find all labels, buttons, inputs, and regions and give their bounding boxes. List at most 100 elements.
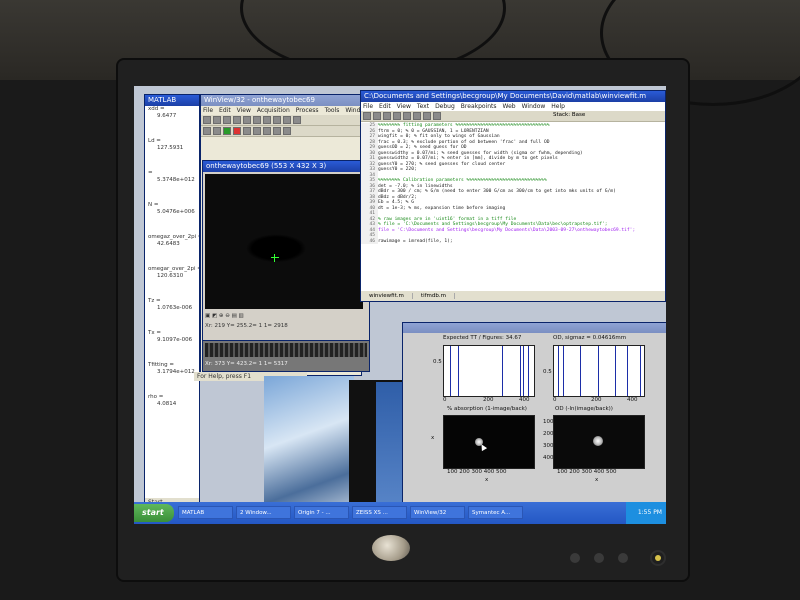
toolbar-button[interactable] bbox=[423, 112, 431, 120]
toolbar-button[interactable] bbox=[283, 116, 291, 124]
image-window: onthewaytobec69 (553 X 432 X 3) ▣ ◩ ⊕ ⊖ … bbox=[202, 160, 370, 342]
x-tick-label: 200 bbox=[483, 397, 494, 403]
profile-trace bbox=[598, 346, 599, 396]
profile-trace bbox=[520, 346, 521, 396]
editor-title[interactable]: C:\Documents and Settings\becgroup\My Do… bbox=[361, 91, 665, 102]
code-text: guessY0 = 220; bbox=[378, 167, 417, 172]
toolbar-button[interactable] bbox=[203, 127, 211, 135]
absorption-image-plot[interactable] bbox=[443, 415, 535, 469]
mouse-cursor-icon bbox=[478, 442, 488, 452]
image-toolbar: ▣ ◩ ⊕ ⊖ ▤ ▥ bbox=[205, 313, 244, 319]
toolbar-button[interactable] bbox=[293, 116, 301, 124]
menu-item[interactable]: Help bbox=[551, 103, 565, 110]
matlab-title[interactable]: MATLAB bbox=[145, 95, 199, 106]
editor-toolbar: Stack: Base bbox=[361, 111, 665, 122]
toolbar-button[interactable] bbox=[273, 127, 281, 135]
x-tick-label: 400 bbox=[593, 469, 605, 475]
figure-title[interactable] bbox=[403, 323, 666, 333]
variable-value: 9.6477 bbox=[157, 113, 177, 119]
menu-item[interactable]: Debug bbox=[435, 103, 455, 110]
toolbar-button[interactable] bbox=[363, 112, 371, 120]
menu-item[interactable]: Acquisition bbox=[257, 107, 290, 114]
toolbar-button[interactable] bbox=[263, 116, 271, 124]
toolbar-button[interactable] bbox=[413, 112, 421, 120]
start-button[interactable]: start bbox=[134, 504, 174, 522]
toolbar-button[interactable] bbox=[203, 116, 211, 124]
monitor-button bbox=[594, 553, 604, 563]
x-tick-label: 200 bbox=[459, 469, 470, 475]
toolbar-button[interactable] bbox=[263, 127, 271, 135]
taskbar-item[interactable]: Symantec A... bbox=[468, 506, 523, 519]
menu-item[interactable]: File bbox=[363, 103, 373, 110]
menu-item[interactable]: Tools bbox=[325, 107, 340, 114]
taskbar-item[interactable]: MATLAB bbox=[178, 506, 233, 519]
toolbar-button[interactable] bbox=[223, 127, 231, 135]
toolbar-button[interactable] bbox=[393, 112, 401, 120]
x-tick-label: 200 bbox=[591, 397, 602, 403]
x-tick-label: 0 bbox=[443, 397, 447, 403]
menu-item[interactable]: Text bbox=[417, 103, 429, 110]
menu-item[interactable]: Window bbox=[522, 103, 546, 110]
menu-item[interactable]: File bbox=[203, 107, 213, 114]
monitor-button bbox=[570, 553, 580, 563]
x-tick-label: 400 bbox=[519, 397, 530, 403]
matlab-window: MATLAB xdd = 9.6477 Ld = 127.5931 = 5.3748e+0… bbox=[144, 94, 200, 508]
profile-trace bbox=[563, 346, 564, 396]
x-tick-label: 100 bbox=[447, 469, 458, 475]
toolbar-button[interactable] bbox=[433, 112, 441, 120]
code-text: dt = 1e-3; % ms, expansion time before i… bbox=[378, 205, 506, 211]
image-window-title[interactable]: onthewaytobec69 (553 X 432 X 3) bbox=[203, 161, 369, 172]
toolbar-button[interactable] bbox=[283, 127, 291, 135]
menu-item[interactable]: Edit bbox=[219, 107, 231, 114]
winview-title[interactable]: WinView/32 - onthewaytobec69 bbox=[201, 95, 361, 106]
winview-toolbar-2 bbox=[201, 126, 361, 137]
taskbar-item[interactable]: Origin 7 - ... bbox=[294, 506, 349, 519]
absorption-image[interactable] bbox=[205, 174, 363, 309]
toolbar-button[interactable] bbox=[223, 116, 231, 124]
menu-item[interactable]: View bbox=[397, 103, 411, 110]
variable-value: 127.5931 bbox=[157, 145, 184, 151]
right-profile-plot[interactable] bbox=[553, 345, 645, 397]
winview-toolbar bbox=[201, 115, 361, 126]
code-text: rawimage = imread(file, 1); bbox=[378, 238, 453, 244]
taskbar-item[interactable]: ZEISS XS ... bbox=[352, 506, 407, 519]
menu-item[interactable]: Edit bbox=[379, 103, 391, 110]
toolbar-button[interactable] bbox=[233, 116, 241, 124]
menu-item[interactable]: Web bbox=[503, 103, 516, 110]
variable-value: 5.3748e+012 bbox=[157, 177, 195, 183]
toolbar-button[interactable] bbox=[383, 112, 391, 120]
menu-item[interactable]: Process bbox=[296, 107, 319, 114]
profile-trace bbox=[528, 346, 529, 396]
y-tick-label: 400 bbox=[543, 455, 554, 461]
toolbar-button[interactable] bbox=[403, 112, 411, 120]
menu-item[interactable]: Breakpoints bbox=[461, 103, 497, 110]
code-area[interactable]: 25%%%%%%%% fitting parameters %%%%%%%%%%… bbox=[361, 123, 665, 244]
toolbar-button[interactable] bbox=[243, 116, 251, 124]
toolbar-button[interactable] bbox=[243, 127, 251, 135]
variable-name: Tfitting = bbox=[148, 362, 174, 368]
toolbar-button[interactable] bbox=[213, 116, 221, 124]
taskbar-item[interactable]: WinView/32 bbox=[410, 506, 465, 519]
od-image-plot[interactable] bbox=[553, 415, 645, 469]
strip-status-readout: Xr: 373 Y= 423.2= 1 1= 5317 bbox=[205, 361, 288, 367]
toolbar-button[interactable] bbox=[213, 127, 221, 135]
menu-item[interactable]: View bbox=[237, 107, 251, 114]
editor-tab[interactable]: tifmdb.m bbox=[412, 293, 455, 299]
system-tray-clock[interactable]: 1:55 PM bbox=[626, 502, 666, 524]
taskbar-item[interactable]: 2 Window... bbox=[236, 506, 291, 519]
x-tick-label: 500 bbox=[496, 469, 507, 475]
x-tick-labels-left: 100 200 300 400 500 bbox=[447, 469, 507, 475]
variable-name: = bbox=[148, 170, 153, 176]
profile-trace bbox=[458, 346, 459, 396]
stack-selector[interactable]: Stack: Base bbox=[553, 112, 585, 120]
strip-image[interactable] bbox=[205, 343, 367, 357]
toolbar-button[interactable] bbox=[233, 127, 241, 135]
toolbar-button[interactable] bbox=[373, 112, 381, 120]
toolbar-button[interactable] bbox=[253, 127, 261, 135]
left-plot-title: Expected TT / Figures: 34.67 bbox=[443, 335, 522, 341]
left-profile-plot[interactable] bbox=[443, 345, 535, 397]
toolbar-button[interactable] bbox=[253, 116, 261, 124]
image-status-readout: Xr: 219 Y= 255.2= 1 1= 2918 bbox=[205, 323, 288, 329]
toolbar-button[interactable] bbox=[273, 116, 281, 124]
editor-tab[interactable]: winviewfit.m bbox=[361, 293, 413, 299]
